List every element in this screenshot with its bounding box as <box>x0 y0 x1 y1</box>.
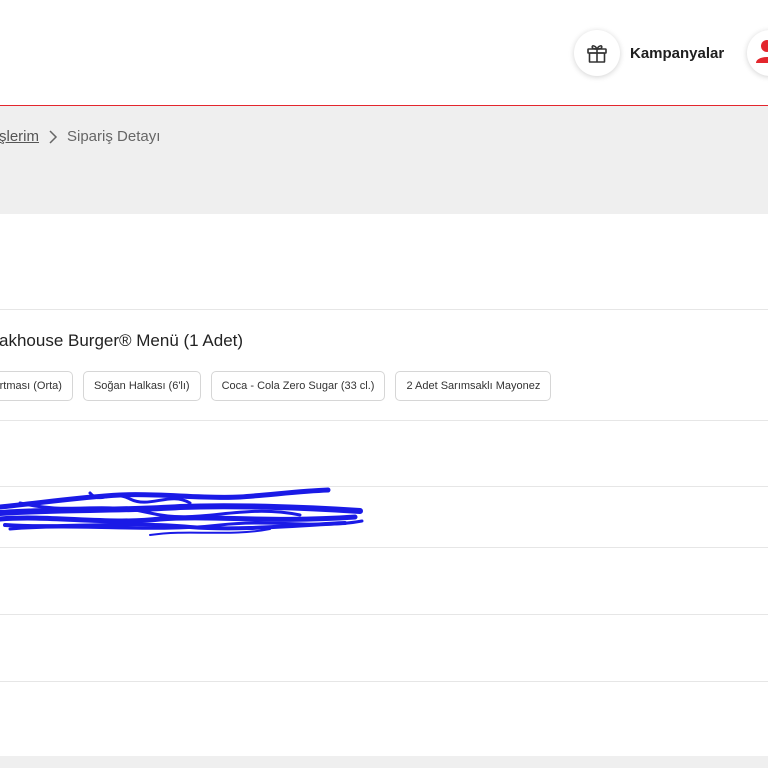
row-divider <box>0 547 768 548</box>
breadcrumb: şlerim Sipariş Detayı <box>0 128 160 145</box>
option-chip: Coca - Cola Zero Sugar (33 cl.) <box>210 371 386 401</box>
breadcrumb-band: şlerim Sipariş Detayı <box>0 106 768 214</box>
row-divider <box>0 681 768 682</box>
top-header: Kampanyalar <box>0 0 768 106</box>
option-chip: 2 Adet Sarımsaklı Mayonez <box>395 371 552 401</box>
breadcrumb-current: Sipariş Detayı <box>67 128 161 145</box>
campaigns-icon-circle[interactable] <box>574 30 620 76</box>
product-title: akhouse Burger® Menü (1 Adet) <box>0 331 244 350</box>
row-divider <box>0 420 768 421</box>
row-divider <box>0 614 768 615</box>
footer-band <box>0 756 768 768</box>
product-options: zartması (Orta) Soğan Halkası (6'lı) Coc… <box>0 371 552 401</box>
option-chip: zartması (Orta) <box>0 371 73 401</box>
order-detail-page: Kampanyalar şlerim Sipariş Detayı akhous… <box>0 0 768 768</box>
redaction-scribble <box>0 487 364 536</box>
breadcrumb-orders-link[interactable]: şlerim <box>0 128 39 145</box>
campaigns-button[interactable]: Kampanyalar <box>574 30 724 76</box>
campaigns-label[interactable]: Kampanyalar <box>630 45 724 62</box>
account-button[interactable] <box>747 30 768 76</box>
gift-icon <box>587 45 607 63</box>
option-chip: Soğan Halkası (6'lı) <box>82 371 201 401</box>
user-icon <box>756 40 768 63</box>
chevron-right-icon <box>49 129 58 144</box>
row-divider <box>0 309 768 310</box>
